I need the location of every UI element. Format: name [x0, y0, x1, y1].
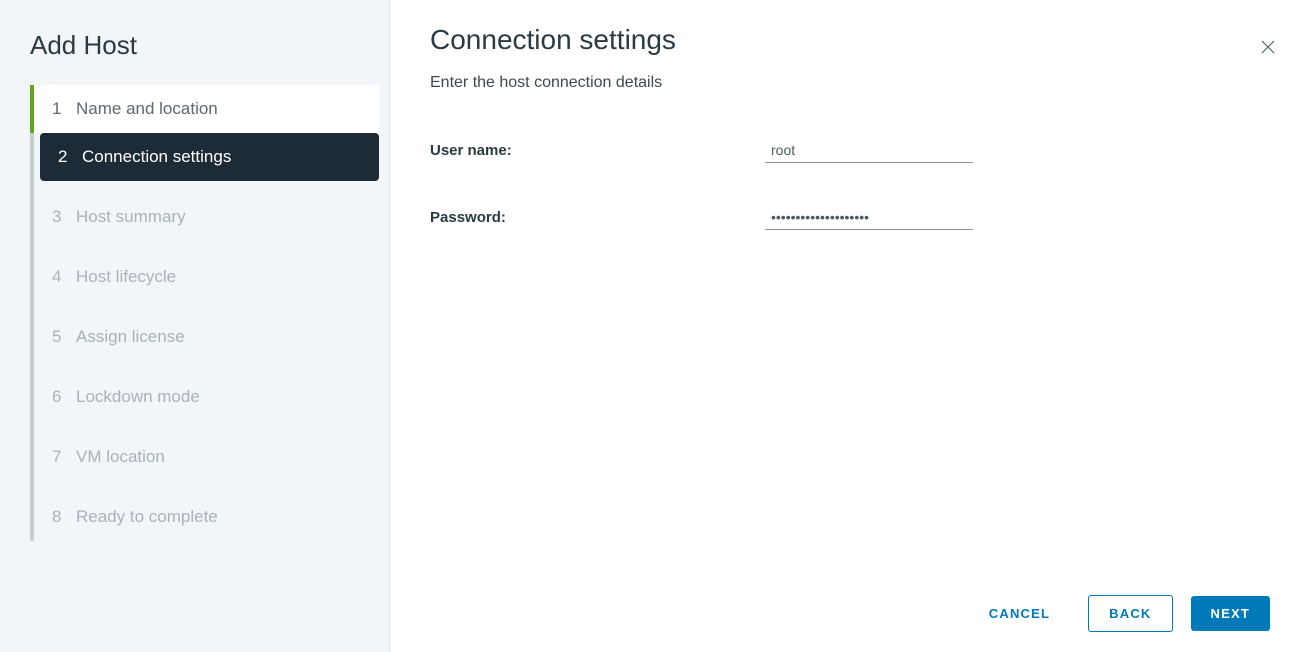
- step-number: 8: [52, 507, 74, 527]
- back-button[interactable]: BACK: [1088, 595, 1172, 632]
- wizard-content: Connection settings Enter the host conne…: [390, 0, 1310, 652]
- step-number: 3: [52, 207, 74, 227]
- step-number: 7: [52, 447, 74, 467]
- wizard-title: Add Host: [0, 0, 389, 85]
- content-subtitle: Enter the host connection details: [430, 74, 1270, 92]
- form-area: User name: Password:: [430, 138, 1270, 583]
- step-label: Host lifecycle: [76, 267, 371, 287]
- step-label: Connection settings: [82, 147, 361, 167]
- close-button[interactable]: [1256, 36, 1280, 60]
- step-label: Name and location: [76, 99, 361, 119]
- step-vm-location: 7 VM location: [34, 433, 389, 481]
- password-row: Password:: [430, 205, 1270, 230]
- step-label: Host summary: [76, 207, 371, 227]
- step-name-and-location[interactable]: 1 Name and location: [30, 85, 379, 133]
- wizard-sidebar: Add Host 1 Name and location 2 Connectio…: [0, 0, 390, 652]
- step-host-lifecycle: 4 Host lifecycle: [34, 253, 389, 301]
- step-ready-to-complete: 8 Ready to complete: [34, 493, 389, 541]
- wizard-steps: 1 Name and location 2 Connection setting…: [30, 85, 389, 541]
- cancel-button[interactable]: CANCEL: [969, 596, 1070, 631]
- close-icon: [1259, 38, 1277, 59]
- step-number: 6: [52, 387, 74, 407]
- step-lockdown-mode: 6 Lockdown mode: [34, 373, 389, 421]
- password-label: Password:: [430, 209, 765, 226]
- step-number: 2: [58, 147, 80, 167]
- username-label: User name:: [430, 142, 765, 159]
- step-label: Ready to complete: [76, 507, 371, 527]
- username-input[interactable]: [765, 138, 973, 163]
- next-button[interactable]: NEXT: [1191, 596, 1270, 631]
- content-title: Connection settings: [430, 24, 1270, 56]
- step-number: 5: [52, 327, 74, 347]
- wizard-footer: CANCEL BACK NEXT: [430, 583, 1270, 632]
- username-row: User name:: [430, 138, 1270, 163]
- step-label: Assign license: [76, 327, 371, 347]
- step-number: 4: [52, 267, 74, 287]
- step-label: Lockdown mode: [76, 387, 371, 407]
- step-host-summary: 3 Host summary: [34, 193, 389, 241]
- step-assign-license: 5 Assign license: [34, 313, 389, 361]
- password-input[interactable]: [765, 205, 973, 230]
- step-connection-settings[interactable]: 2 Connection settings: [40, 133, 379, 181]
- step-label: VM location: [76, 447, 371, 467]
- step-number: 1: [52, 99, 74, 119]
